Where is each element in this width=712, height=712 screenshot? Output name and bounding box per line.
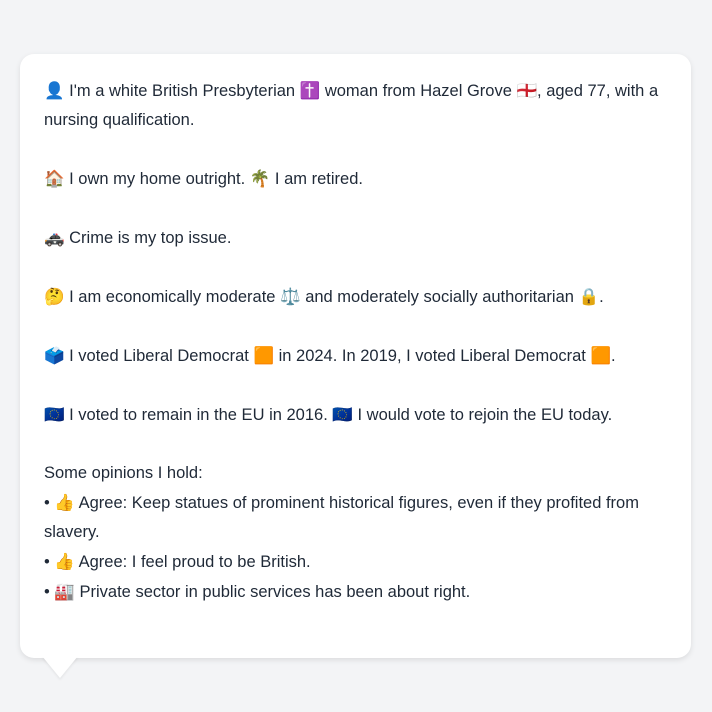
identity-text: woman from Hazel Grove xyxy=(320,82,517,100)
eu-flag-icon: 🇪🇺 xyxy=(44,405,65,424)
police-car-icon: 🚓 xyxy=(44,228,65,247)
opinion-text: Agree: Keep statues of prominent histori… xyxy=(44,494,639,541)
eu-text: I voted to remain in the EU in 2016. xyxy=(64,406,333,424)
vote-text: in 2024. In 2019, I voted Liberal Democr… xyxy=(274,347,591,365)
ballot-box-icon: 🗳️ xyxy=(44,346,65,365)
issue-text: Crime is my top issue. xyxy=(64,229,232,247)
bullet: • xyxy=(44,494,50,512)
thinking-face-icon: 🤔 xyxy=(44,287,65,306)
opinion-text: Agree: I feel proud to be British. xyxy=(74,553,311,571)
home-text: I own my home outright. xyxy=(64,170,250,188)
eu-flag-icon: 🇪🇺 xyxy=(332,405,353,424)
ideology-text: I am economically moderate xyxy=(64,288,281,306)
opinions-section: Some opinions I hold: • 👍 Agree: Keep st… xyxy=(44,459,670,607)
identity-text: I'm a white British Presbyterian xyxy=(64,82,300,100)
bullet: • xyxy=(44,583,50,601)
vote-text: . xyxy=(611,347,616,365)
opinion-item: • 👍 Agree: Keep statues of prominent his… xyxy=(44,488,670,547)
thumbs-up-icon: 👍 xyxy=(54,552,75,571)
opinion-item: • 🏭 Private sector in public services ha… xyxy=(44,577,670,607)
house-icon: 🏠 xyxy=(44,169,65,188)
eu-paragraph: 🇪🇺 I voted to remain in the EU in 2016. … xyxy=(44,400,670,430)
cross-icon: ✝️ xyxy=(299,81,321,100)
vote-paragraph: 🗳️ I voted Liberal Democrat 🟧 in 2024. I… xyxy=(44,341,670,371)
opinions-heading: Some opinions I hold: xyxy=(44,464,203,482)
factory-icon: 🏭 xyxy=(54,582,75,601)
lock-icon: 🔒 xyxy=(578,287,600,306)
person-icon: 👤 xyxy=(44,81,65,100)
ideology-paragraph: 🤔 I am economically moderate ⚖️ and mode… xyxy=(44,282,670,312)
message-content: 👤 I'm a white British Presbyterian ✝️ wo… xyxy=(44,76,670,607)
identity-paragraph: 👤 I'm a white British Presbyterian ✝️ wo… xyxy=(44,76,670,135)
opinion-text: Private sector in public services has be… xyxy=(74,583,471,601)
palm-tree-icon: 🌴 xyxy=(249,169,271,188)
retired-text: I am retired. xyxy=(270,170,363,188)
message-bubble: 👤 I'm a white British Presbyterian ✝️ wo… xyxy=(20,54,691,658)
england-flag-icon: 🏴󠁧󠁢󠁥󠁮󠁧󠁿 xyxy=(516,81,538,100)
scales-icon: ⚖️ xyxy=(280,287,301,306)
bullet: • xyxy=(44,553,50,571)
orange-square-icon: 🟧 xyxy=(590,346,612,365)
ideology-text: . xyxy=(599,288,604,306)
opinion-item: • 👍 Agree: I feel proud to be British. xyxy=(44,547,670,577)
thumbs-up-icon: 👍 xyxy=(54,493,75,512)
vote-text: I voted Liberal Democrat xyxy=(64,347,254,365)
issue-paragraph: 🚓 Crime is my top issue. xyxy=(44,223,670,253)
eu-text: I would vote to rejoin the EU today. xyxy=(352,406,613,424)
orange-square-icon: 🟧 xyxy=(253,346,275,365)
bubble-tail xyxy=(42,656,78,678)
home-paragraph: 🏠 I own my home outright. 🌴 I am retired… xyxy=(44,164,670,194)
ideology-text: and moderately socially authoritarian xyxy=(300,288,579,306)
